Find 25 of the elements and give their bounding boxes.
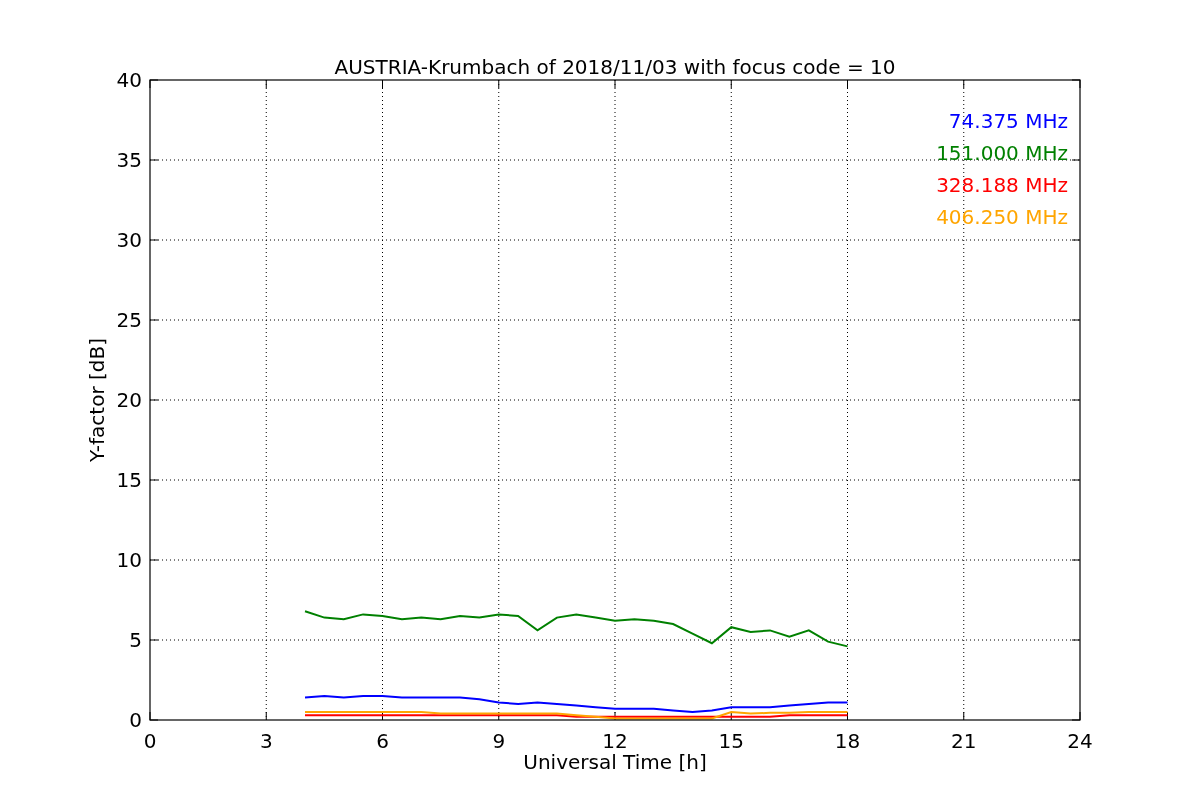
y-tick-label: 10 <box>116 548 142 572</box>
legend-label: 328.188 MHz <box>936 173 1068 197</box>
y-tick-label: 15 <box>116 468 142 492</box>
y-tick-label: 0 <box>129 708 142 732</box>
y-tick-label: 35 <box>116 148 142 172</box>
y-tick-label: 25 <box>116 308 142 332</box>
legend-label: 151.000 MHz <box>936 141 1068 165</box>
y-tick-label: 30 <box>116 228 142 252</box>
x-tick-label: 24 <box>1067 729 1093 753</box>
legend-label: 74.375 MHz <box>948 109 1068 133</box>
y-axis-label: Y-factor [dB] <box>85 338 109 462</box>
x-axis-label: Universal Time [h] <box>523 750 707 774</box>
x-tick-label: 15 <box>718 729 744 753</box>
x-tick-label: 9 <box>492 729 506 753</box>
x-tick-label: 0 <box>143 729 157 753</box>
x-tick-label: 18 <box>834 729 861 753</box>
y-tick-label: 20 <box>116 388 142 412</box>
y-tick-label: 40 <box>116 68 142 92</box>
y-tick-label: 5 <box>129 628 142 652</box>
x-tick-label: 6 <box>376 729 389 753</box>
legend-label: 406.250 MHz <box>936 205 1068 229</box>
x-tick-label: 21 <box>951 729 977 753</box>
chart-title: AUSTRIA-Krumbach of 2018/11/03 with focus code = 10 <box>334 55 896 79</box>
x-tick-label: 12 <box>602 729 628 753</box>
x-tick-label: 3 <box>259 729 273 753</box>
